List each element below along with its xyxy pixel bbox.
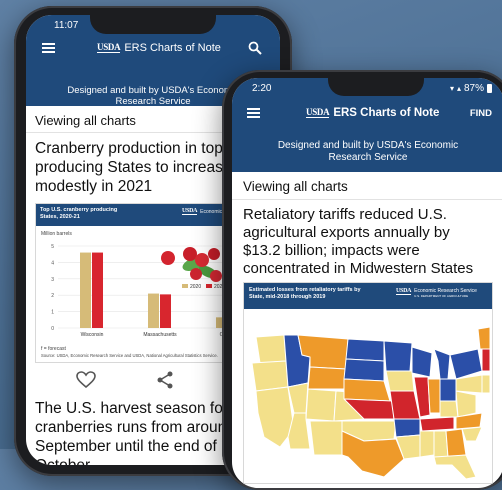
- y-axis-unit: Million barrels: [41, 231, 72, 237]
- y-tick-label: 0: [51, 326, 54, 332]
- banner-text: Designed and built by USDA's Economic Re…: [277, 140, 459, 163]
- y-tick-label: 2: [51, 293, 54, 299]
- battery-percent: 87%: [463, 82, 484, 94]
- menu-icon[interactable]: [247, 108, 260, 118]
- chart-header: Estimated losses from retaliatory tariff…: [244, 283, 492, 309]
- chart-org: USDA Economic Research Service U.S. DEPA…: [396, 288, 477, 298]
- bar-2020: [80, 252, 91, 328]
- app-logo: USDA ERS Charts of Note: [306, 107, 439, 119]
- y-tick-label: 1: [51, 310, 54, 316]
- chart-footnote-2: Source: USDA, Economic Research Service …: [41, 353, 218, 358]
- org-block: Economic Research Service U.S. DEPARTMEN…: [414, 288, 477, 298]
- bar-2021f: [160, 294, 171, 328]
- bar-2020: [148, 293, 159, 328]
- chart-footnote-1: f = forecast: [41, 346, 66, 352]
- bar-2021f: [92, 252, 103, 328]
- chart-title: Top U.S. cranberry producing States, 202…: [40, 207, 118, 220]
- front-phone-notch: [328, 78, 424, 96]
- signal-icon: ▴: [456, 83, 461, 93]
- back-app-bar: USDA ERS Charts of Note: [26, 35, 280, 61]
- status-time: 11:07: [54, 19, 79, 31]
- y-tick-label: 4: [51, 260, 54, 266]
- usda-logo-text: USDA: [97, 42, 121, 53]
- back-phone-notch: [90, 15, 216, 34]
- viewing-label: Viewing all charts: [243, 179, 348, 194]
- front-banner: Designed and built by USDA's Economic Re…: [232, 128, 502, 172]
- front-viewing-bar: Viewing all charts: [232, 172, 502, 200]
- usda-logo-text: USDA: [182, 208, 198, 215]
- usda-logo-text: USDA: [306, 107, 330, 118]
- menu-icon[interactable]: [42, 43, 55, 53]
- y-tick-label: 3: [51, 277, 54, 283]
- org-subname: U.S. DEPARTMENT OF AGRICULTURE: [414, 294, 469, 298]
- us-tariff-map: [251, 326, 491, 480]
- share-icon[interactable]: [156, 371, 174, 389]
- status-time: 2:20: [252, 82, 272, 94]
- banner-text: Designed and built by USDA's Economic Re…: [67, 85, 239, 107]
- front-app-bar: USDA ERS Charts of Note FIND: [232, 98, 502, 128]
- status-indicators: ▾ ▴ 87%: [450, 83, 492, 94]
- chart-title: Estimated losses from retaliatory tariff…: [249, 287, 361, 300]
- viewing-label: Viewing all charts: [35, 113, 136, 128]
- y-tick-label: 5: [51, 244, 54, 250]
- heart-icon[interactable]: [76, 371, 96, 389]
- app-logo: USDA ERS Charts of Note: [97, 42, 221, 54]
- app-title: ERS Charts of Note: [124, 42, 221, 54]
- search-icon[interactable]: [248, 41, 262, 55]
- tariff-map-card[interactable]: Estimated losses from retaliatory tariff…: [243, 282, 493, 484]
- app-title: ERS Charts of Note: [333, 107, 440, 119]
- x-tick-label: Massachusetts: [143, 332, 177, 338]
- x-tick-label: Wisconsin: [81, 332, 104, 338]
- cranberries-illustration: [161, 247, 222, 282]
- find-button[interactable]: FIND: [470, 108, 492, 119]
- front-phone-screen: 2:20 ▾ ▴ 87% USDA ERS Charts of Note FIN…: [232, 78, 502, 488]
- wifi-icon: ▾: [449, 83, 454, 93]
- battery-icon: [487, 83, 492, 93]
- front-phone: 2:20 ▾ ▴ 87% USDA ERS Charts of Note FIN…: [222, 70, 502, 490]
- usda-logo-text: USDA: [396, 288, 412, 295]
- front-chart-headline[interactable]: Retaliatory tariffs reduced U.S. agricul…: [243, 206, 491, 278]
